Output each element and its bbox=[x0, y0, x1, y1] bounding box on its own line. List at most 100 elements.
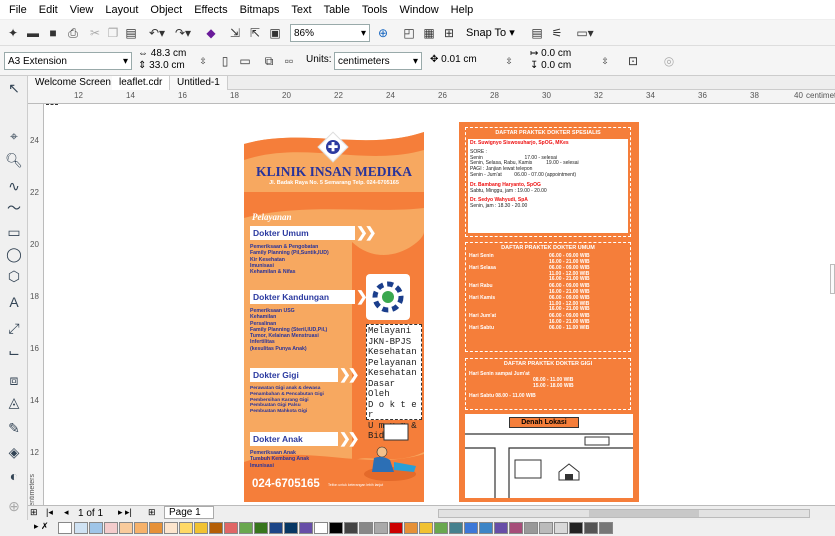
landscape-icon[interactable]: ▭ bbox=[236, 52, 254, 70]
color-swatch[interactable] bbox=[479, 522, 493, 534]
units-select[interactable]: centimeters ▾ bbox=[334, 52, 422, 70]
leaflet-back-panel[interactable]: DAFTAR PRAKTEK DOKTER SPESIALIS Dr. Suwi… bbox=[459, 122, 639, 502]
leaflet-front-panel[interactable]: ✚ KLINIK INSAN MEDIKA Jl. Badak Raya No.… bbox=[244, 122, 424, 502]
color-swatch[interactable] bbox=[569, 522, 583, 534]
nudge-spinner-icon[interactable]: ⇳ bbox=[502, 52, 516, 70]
show-grid-icon[interactable]: ⊞ bbox=[440, 24, 458, 42]
search-content-icon[interactable]: ◆ bbox=[202, 24, 220, 42]
add-page-end-icon[interactable]: ⊞ bbox=[148, 507, 156, 518]
menu-item-effects[interactable]: Effects bbox=[188, 0, 233, 20]
print-icon[interactable]: ⎙ bbox=[64, 24, 82, 42]
zoom-level-select[interactable]: 86% ▾ bbox=[290, 24, 370, 42]
palette-scroll-icon[interactable]: ▸ ✗ bbox=[34, 521, 49, 532]
rectangle-tool-icon[interactable]: ▭ bbox=[3, 222, 25, 242]
color-swatch[interactable] bbox=[509, 522, 523, 534]
color-swatch[interactable] bbox=[359, 522, 373, 534]
docker-tab[interactable] bbox=[830, 264, 835, 294]
open-icon[interactable]: ▬ bbox=[24, 24, 42, 42]
dup-spinner-icon[interactable]: ⇳ bbox=[598, 52, 612, 70]
color-swatch[interactable] bbox=[239, 522, 253, 534]
welcome-screen-icon[interactable]: ▭▾ bbox=[572, 24, 598, 42]
page-size-select[interactable]: A3 Extension ▾ bbox=[4, 52, 132, 70]
color-swatch[interactable] bbox=[584, 522, 598, 534]
text-tool-icon[interactable]: A bbox=[3, 292, 25, 312]
current-page-icon[interactable]: ▫▫ bbox=[280, 52, 298, 70]
color-swatch[interactable] bbox=[179, 522, 193, 534]
save-icon[interactable]: ■ bbox=[44, 24, 62, 42]
menu-item-table[interactable]: Table bbox=[318, 0, 356, 20]
color-swatch[interactable] bbox=[164, 522, 178, 534]
import-icon[interactable]: ⇲ bbox=[226, 24, 244, 42]
vertical-ruler[interactable]: 24 22 20 18 16 14 12 centimeters bbox=[28, 104, 44, 510]
tab-leaflet[interactable]: leaflet.cdr bbox=[112, 76, 171, 90]
color-swatch[interactable] bbox=[524, 522, 538, 534]
color-swatch[interactable] bbox=[389, 522, 403, 534]
color-swatch[interactable] bbox=[599, 522, 613, 534]
menu-item-view[interactable]: View bbox=[64, 0, 100, 20]
menu-item-file[interactable]: File bbox=[3, 0, 33, 20]
new-document-icon[interactable]: ✦ bbox=[4, 24, 22, 42]
size-spinner-icon[interactable]: ⇳ bbox=[196, 52, 210, 70]
artistic-media-icon[interactable]: 〜 bbox=[3, 198, 25, 218]
full-screen-icon[interactable]: ◰ bbox=[400, 24, 418, 42]
color-swatch[interactable] bbox=[464, 522, 478, 534]
copy-icon[interactable]: ❐ bbox=[104, 24, 122, 42]
menu-item-object[interactable]: Object bbox=[144, 0, 188, 20]
zoom-tool-icon[interactable]: 🔍︎ bbox=[3, 150, 25, 170]
pick-tool-icon[interactable]: ↖ bbox=[3, 78, 25, 98]
color-swatch[interactable] bbox=[209, 522, 223, 534]
menu-item-text[interactable]: Text bbox=[285, 0, 317, 20]
page-height-field[interactable]: ⇕ 33.0 cm bbox=[138, 60, 186, 72]
all-pages-icon[interactable]: ⧉ bbox=[260, 52, 278, 70]
color-swatch[interactable] bbox=[404, 522, 418, 534]
dup-y-field[interactable]: ↧ 0.0 cm bbox=[530, 60, 571, 72]
connector-tool-icon[interactable]: ⌙ bbox=[3, 342, 25, 362]
color-swatch[interactable] bbox=[494, 522, 508, 534]
undo-icon[interactable]: ↶▾ bbox=[146, 24, 168, 42]
scrollbar-thumb[interactable] bbox=[589, 510, 699, 517]
drawing-canvas[interactable]: ✚ KLINIK INSAN MEDIKA Jl. Badak Raya No.… bbox=[44, 104, 835, 505]
color-swatch[interactable] bbox=[374, 522, 388, 534]
color-swatch[interactable] bbox=[434, 522, 448, 534]
menu-item-layout[interactable]: Layout bbox=[99, 0, 144, 20]
add-page-icon[interactable]: ⊞ bbox=[30, 507, 38, 518]
tab-untitled[interactable]: Untitled-1 bbox=[170, 76, 228, 90]
first-page-icon[interactable]: |◂ bbox=[46, 507, 53, 518]
treat-as-filled-icon[interactable]: ⊡ bbox=[624, 52, 642, 70]
color-swatch[interactable] bbox=[74, 522, 88, 534]
menu-item-bitmaps[interactable]: Bitmaps bbox=[234, 0, 286, 20]
transparency-icon[interactable]: ◬ bbox=[3, 392, 25, 412]
paste-icon[interactable]: ▤ bbox=[122, 24, 140, 42]
menu-item-edit[interactable]: Edit bbox=[33, 0, 64, 20]
cut-icon[interactable]: ✂ bbox=[86, 24, 104, 42]
nudge-distance-field[interactable]: ✥ 0.01 cm bbox=[430, 54, 477, 65]
page-width-field[interactable]: ⇔ 48.3 cm bbox=[138, 48, 186, 60]
drop-shadow-icon[interactable]: ⧈ bbox=[3, 370, 25, 390]
options-icon[interactable]: ▤ bbox=[528, 24, 546, 42]
color-swatch[interactable] bbox=[269, 522, 283, 534]
eyedropper-icon[interactable]: ✎ bbox=[3, 418, 25, 438]
add-tool-icon[interactable]: ⊕ bbox=[3, 496, 25, 516]
portrait-icon[interactable]: ▯ bbox=[216, 52, 234, 70]
color-swatch[interactable] bbox=[419, 522, 433, 534]
color-swatch[interactable] bbox=[254, 522, 268, 534]
outline-pen-icon[interactable]: ◈ bbox=[3, 442, 25, 462]
menu-item-tools[interactable]: Tools bbox=[356, 0, 394, 20]
color-swatch[interactable] bbox=[104, 522, 118, 534]
horizontal-scrollbar[interactable] bbox=[438, 509, 810, 518]
next-page-icon[interactable]: ▸ ▸| bbox=[118, 507, 132, 518]
color-swatch[interactable] bbox=[89, 522, 103, 534]
redo-icon[interactable]: ↷▾ bbox=[172, 24, 194, 42]
color-swatch[interactable] bbox=[344, 522, 358, 534]
horizontal-ruler[interactable]: 12 14 16 18 20 22 24 26 28 30 32 34 36 3… bbox=[28, 90, 835, 104]
color-swatch[interactable] bbox=[224, 522, 238, 534]
color-swatch[interactable] bbox=[449, 522, 463, 534]
freehand-tool-icon[interactable]: ∿ bbox=[3, 176, 25, 196]
dup-x-field[interactable]: ↦ 0.0 cm bbox=[530, 48, 571, 60]
tab-welcome-screen[interactable]: Welcome Screen bbox=[28, 76, 119, 90]
zoom-in-icon[interactable]: ⊕ bbox=[374, 24, 392, 42]
application-launcher-icon[interactable]: ⚟ bbox=[548, 24, 566, 42]
color-swatch[interactable] bbox=[329, 522, 343, 534]
fill-tool-icon[interactable]: ◐ bbox=[3, 466, 25, 486]
color-swatch[interactable] bbox=[134, 522, 148, 534]
